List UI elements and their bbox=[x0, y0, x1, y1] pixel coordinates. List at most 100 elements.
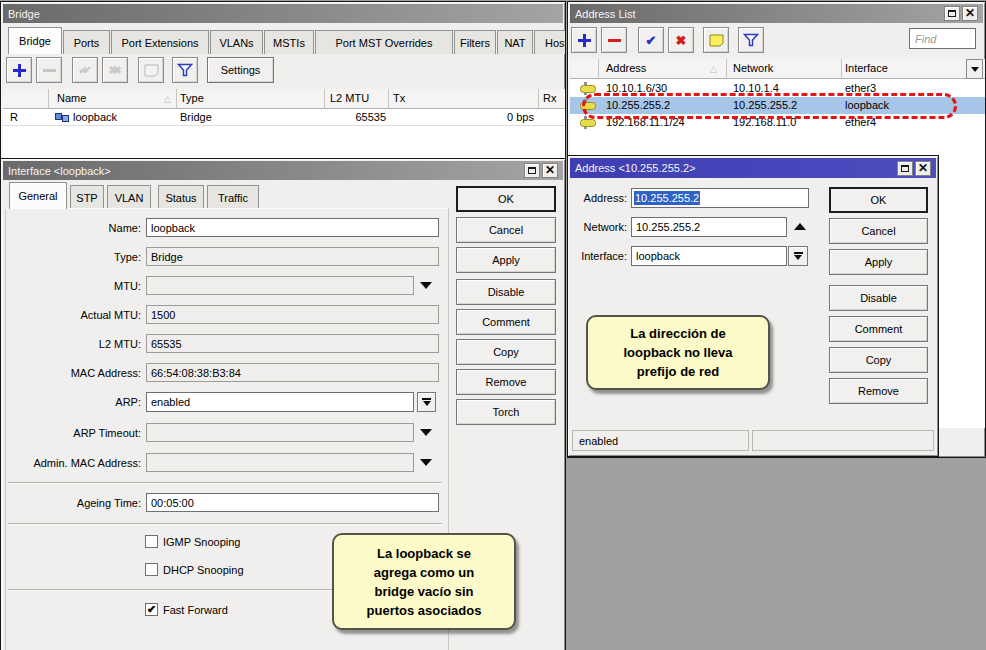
bridge-table-header[interactable]: Name △ Type L2 MTU Tx Rx bbox=[3, 89, 565, 109]
bridge-add-button[interactable] bbox=[6, 57, 32, 83]
ok-button[interactable]: OK bbox=[456, 186, 556, 212]
tab-traffic[interactable]: Traffic bbox=[207, 185, 259, 209]
tab-stp[interactable]: STP bbox=[70, 185, 104, 209]
maximize-icon bbox=[901, 165, 909, 172]
address-dialog-close-button[interactable]: ✕ bbox=[915, 161, 931, 176]
tab-bridge[interactable]: Bridge bbox=[8, 27, 62, 54]
add-icon bbox=[578, 34, 591, 47]
network-field[interactable]: 10.255.255.2 bbox=[631, 217, 787, 237]
tab-general[interactable]: General bbox=[9, 182, 67, 209]
address-list-title: Address List bbox=[575, 8, 636, 20]
comment-button[interactable]: Comment bbox=[456, 309, 556, 335]
network-up-icon[interactable] bbox=[794, 223, 806, 230]
bridge-disable-button[interactable]: ✖ bbox=[102, 57, 128, 83]
sort-asc-icon: △ bbox=[164, 94, 171, 104]
interface-titlebar[interactable]: Interface <loopback> bbox=[3, 161, 563, 180]
apply-button[interactable]: Apply bbox=[456, 247, 556, 273]
cancel-button[interactable]: Cancel bbox=[456, 217, 556, 243]
igmp-checkbox[interactable] bbox=[145, 535, 158, 548]
find-input[interactable]: Find bbox=[909, 28, 976, 49]
address-dialog-titlebar[interactable]: Address <10.255.255.2> bbox=[570, 158, 936, 178]
fastforward-label: Fast Forward bbox=[163, 604, 228, 616]
disable-button[interactable]: Disable bbox=[829, 285, 928, 311]
column-select-button[interactable] bbox=[966, 59, 983, 79]
tab-hosts[interactable]: Hosts bbox=[534, 30, 566, 54]
address-add-button[interactable] bbox=[571, 27, 597, 53]
address-list-close-button[interactable]: ✕ bbox=[962, 6, 978, 21]
bridge-settings-button[interactable]: Settings bbox=[207, 57, 274, 83]
sort-asc-icon: △ bbox=[710, 64, 717, 74]
mtu-dropdown-icon[interactable] bbox=[420, 282, 432, 289]
tab-filters[interactable]: Filters bbox=[454, 30, 496, 54]
chevron-down-icon bbox=[971, 67, 979, 72]
bridge-enable-button[interactable]: ✔ bbox=[72, 57, 98, 83]
address-table-header[interactable]: Address △ Network Interface bbox=[570, 59, 985, 79]
copy-button[interactable]: Copy bbox=[456, 339, 556, 365]
fastforward-checkbox[interactable]: ✔ bbox=[145, 603, 158, 616]
address-comment-button[interactable] bbox=[703, 27, 729, 53]
mtu-label: MTU: bbox=[3, 280, 141, 292]
address-disable-button[interactable]: ✖ bbox=[668, 27, 694, 53]
close-icon: ✕ bbox=[965, 7, 975, 19]
bridge-remove-button[interactable] bbox=[36, 57, 62, 83]
tab-port-mst-overrides[interactable]: Port MST Overrides bbox=[315, 30, 453, 54]
remove-button[interactable]: Remove bbox=[829, 378, 928, 404]
apply-button[interactable]: Apply bbox=[829, 249, 928, 275]
address-remove-button[interactable] bbox=[601, 27, 627, 53]
bridge-titlebar[interactable]: Bridge bbox=[3, 4, 563, 23]
address-list-maximize-button[interactable] bbox=[944, 6, 960, 21]
address-filter-button[interactable] bbox=[738, 27, 764, 53]
col-address[interactable]: Address bbox=[606, 62, 646, 74]
bridge-row-loopback[interactable]: R loopback Bridge 65535 0 bps bbox=[3, 109, 565, 126]
col-network[interactable]: Network bbox=[733, 62, 773, 74]
interface-field[interactable]: loopback bbox=[631, 246, 787, 266]
col-type[interactable]: Type bbox=[180, 92, 204, 104]
cancel-button[interactable]: Cancel bbox=[829, 218, 928, 244]
torch-button[interactable]: Torch bbox=[456, 399, 556, 425]
dhcp-checkbox[interactable] bbox=[145, 563, 158, 576]
bridge-note: La loopback se agrega como un bridge vac… bbox=[332, 533, 516, 630]
interface-dropdown-button[interactable] bbox=[788, 246, 808, 266]
bridge-comment-button[interactable] bbox=[138, 57, 164, 83]
bridge-filter-button[interactable] bbox=[172, 57, 198, 83]
disable-icon: ✖ bbox=[676, 34, 687, 47]
address-dialog-maximize-button[interactable] bbox=[897, 161, 913, 176]
col-tx[interactable]: Tx bbox=[393, 92, 405, 104]
col-interface[interactable]: Interface bbox=[845, 62, 888, 74]
name-field[interactable]: loopback bbox=[146, 218, 439, 237]
col-rx[interactable]: Rx bbox=[543, 92, 556, 104]
tab-vlans[interactable]: VLANs bbox=[210, 30, 263, 54]
tab-mstis[interactable]: MSTIs bbox=[264, 30, 314, 54]
arp-dropdown-button[interactable] bbox=[417, 392, 436, 412]
arp-field[interactable]: enabled bbox=[146, 392, 414, 412]
arp-timeout-dropdown-icon[interactable] bbox=[420, 429, 432, 436]
arp-timeout-field[interactable] bbox=[146, 423, 414, 442]
copy-button[interactable]: Copy bbox=[829, 347, 928, 373]
tab-vlan[interactable]: VLAN bbox=[107, 185, 151, 209]
chevron-down-icon bbox=[794, 255, 802, 260]
ok-button[interactable]: OK bbox=[829, 187, 928, 213]
ageing-field[interactable]: 00:05:00 bbox=[146, 493, 439, 512]
tab-ports[interactable]: Ports bbox=[63, 30, 110, 54]
interface-maximize-button[interactable] bbox=[524, 163, 540, 178]
disable-button[interactable]: Disable bbox=[456, 279, 556, 305]
mtu-field[interactable] bbox=[146, 276, 414, 295]
admin-mac-dropdown-icon[interactable] bbox=[420, 459, 432, 466]
address-enable-button[interactable]: ✔ bbox=[638, 27, 664, 53]
admin-mac-field[interactable] bbox=[146, 453, 414, 472]
tab-port-extensions[interactable]: Port Extensions bbox=[111, 30, 209, 54]
igmp-label: IGMP Snooping bbox=[163, 536, 240, 548]
address-list-titlebar[interactable]: Address List bbox=[570, 4, 983, 23]
tab-status[interactable]: Status bbox=[158, 185, 204, 209]
comment-button[interactable]: Comment bbox=[829, 316, 928, 342]
interface-close-button[interactable]: ✕ bbox=[542, 163, 558, 178]
comment-icon bbox=[144, 64, 159, 77]
remove-button[interactable]: Remove bbox=[456, 369, 556, 395]
col-name[interactable]: Name bbox=[57, 92, 86, 104]
col-l2mtu[interactable]: L2 MTU bbox=[330, 92, 369, 104]
type-label: Type: bbox=[3, 251, 141, 263]
address-field[interactable]: 10.255.255.2 bbox=[631, 188, 809, 208]
tab-nat[interactable]: NAT bbox=[497, 30, 533, 54]
add-icon bbox=[13, 64, 26, 77]
admin-mac-label: Admin. MAC Address: bbox=[3, 457, 141, 469]
